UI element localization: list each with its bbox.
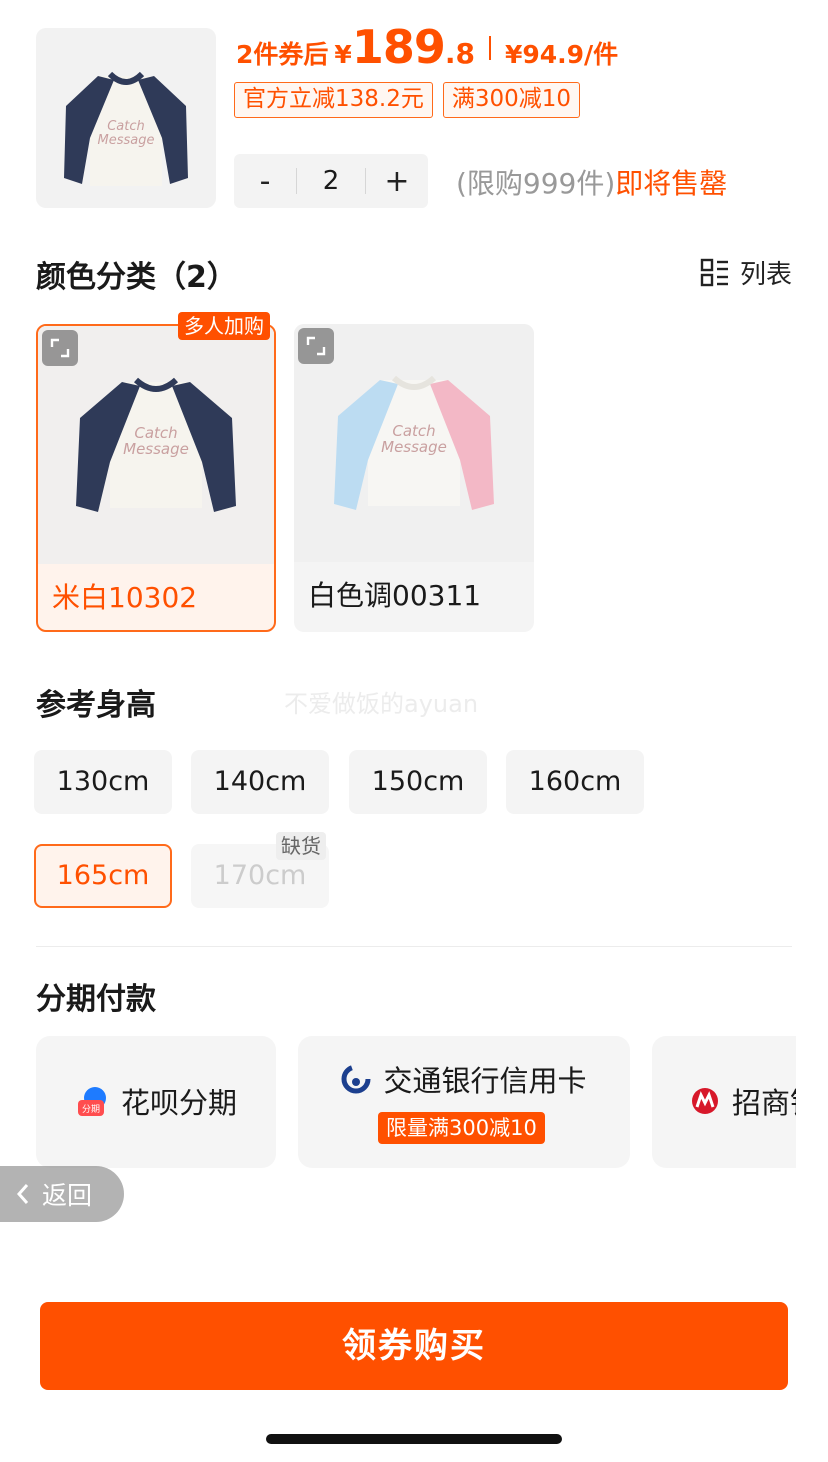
limit-text: (限购999件)	[456, 167, 616, 200]
size-option[interactable]: 140cm	[191, 750, 329, 814]
installment-label: 招商银	[732, 1086, 796, 1120]
bocom-logo-icon	[341, 1064, 371, 1094]
quantity-input[interactable]: 2	[297, 166, 365, 196]
color-option-label: 米白10302	[52, 581, 198, 614]
huabei-icon: 分期	[77, 1087, 106, 1116]
increase-button[interactable]: +	[366, 164, 428, 199]
size-option[interactable]: 130cm	[34, 750, 172, 814]
expand-icon[interactable]	[298, 328, 334, 364]
size-option[interactable]: 150cm	[349, 750, 487, 814]
height-section-title: 参考身高	[36, 688, 156, 723]
svg-text:Catch: Catch	[107, 119, 145, 134]
installment-options: 分期 花呗分期 交通银行信用卡 限量满300减10 招商银	[36, 1036, 796, 1168]
svg-text:Message: Message	[98, 133, 155, 148]
installment-option-bocom[interactable]: 交通银行信用卡 限量满300减10	[298, 1036, 630, 1168]
svg-text:Message: Message	[381, 438, 447, 456]
installment-promo-badge: 限量满300减10	[378, 1112, 545, 1144]
unit-price: ¥94.9/件	[504, 40, 619, 69]
installment-option-huabei[interactable]: 分期 花呗分期	[36, 1036, 276, 1168]
svg-text:Message: Message	[123, 440, 189, 458]
hot-tag: 多人加购	[178, 312, 270, 340]
expand-icon[interactable]	[42, 330, 78, 366]
list-label: 列表	[739, 260, 792, 290]
stock-warning: 即将售罄	[615, 167, 728, 200]
color-option-cream[interactable]: Catch Message 米白10302	[36, 324, 276, 632]
color-option-white[interactable]: Catch Message 白色调00311	[294, 324, 534, 632]
installment-section-title: 分期付款	[36, 982, 156, 1017]
buy-button[interactable]: 领券购买	[40, 1302, 788, 1390]
huabei-icon-text: 分期	[82, 1104, 100, 1115]
coupon-tag: 官方立减138.2元	[234, 82, 433, 118]
list-grid-icon	[700, 258, 728, 286]
installment-option-cmb[interactable]: 招商银	[652, 1036, 796, 1168]
price-decimal: .8	[444, 37, 475, 70]
product-thumbnail[interactable]: Catch Message	[36, 28, 216, 208]
color-option-label: 白色调00311	[308, 579, 482, 612]
currency-symbol: ¥	[334, 40, 352, 69]
coupon-price: 2件券后 ¥ 189 .8 ¥94.9/件	[236, 20, 618, 76]
watermark: 不爱做饭的ayuan	[284, 690, 479, 718]
cmb-logo-icon	[692, 1088, 718, 1114]
color-section-title: 颜色分类（2）	[36, 260, 237, 295]
price-integer: 189	[351, 20, 446, 74]
back-button[interactable]: 返回	[0, 1166, 124, 1222]
home-indicator	[266, 1434, 562, 1444]
section-divider	[36, 946, 792, 947]
price-label: 2件券后	[236, 40, 329, 69]
price-divider	[488, 36, 491, 60]
coupon-tags: 官方立减138.2元 满300减10	[234, 82, 581, 118]
list-view-toggle[interactable]: 列表	[700, 254, 792, 291]
back-label: 返回	[42, 1181, 93, 1210]
chevron-left-icon	[16, 1184, 29, 1204]
decrease-button[interactable]: -	[234, 164, 296, 199]
size-option[interactable]: 160cm	[506, 750, 644, 814]
installment-label: 交通银行信用卡	[383, 1064, 587, 1098]
installment-label: 花呗分期	[120, 1086, 237, 1120]
quantity-stepper: - 2 +	[234, 154, 428, 208]
size-option-selected[interactable]: 165cm	[34, 844, 172, 908]
purchase-limit: (限购999件)即将售罄	[456, 162, 727, 202]
sweatshirt-image: Catch Message	[64, 71, 188, 186]
out-of-stock-tag: 缺货	[276, 832, 326, 860]
coupon-tag: 满300减10	[442, 82, 581, 118]
